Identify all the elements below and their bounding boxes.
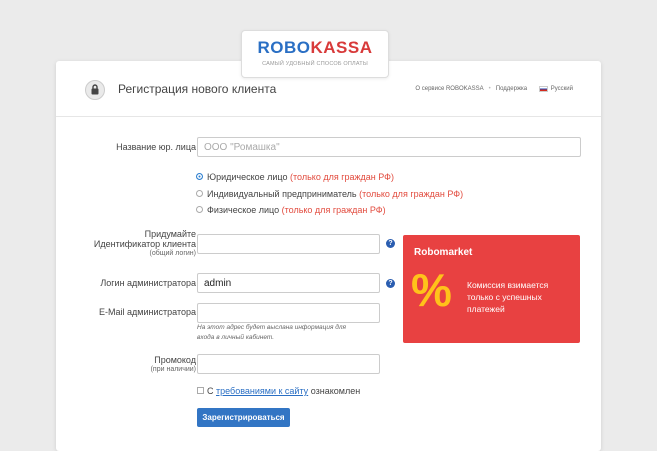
admin-email-input[interactable] [197,303,380,323]
radio-label: Физическое лицо [207,205,280,215]
admin-email-label: E-Mail администратора [99,307,196,317]
admin-login-help-icon[interactable]: ? [386,279,395,288]
radio-button-selected[interactable] [196,173,203,181]
admin-login-label: Логин администратора [100,278,196,288]
logo-box[interactable]: ROBOKASSA САМЫЙ УДОБНЫЙ СПОСОБ ОПЛАТЫ [241,30,389,78]
requirements-link[interactable]: требованиями к сайту [216,386,308,396]
page-title: Регистрация нового клиента [118,82,277,96]
promo-code-label-sub: (при наличии) [150,366,196,373]
promo-code-label-main: Промокод [154,355,196,365]
language-selector[interactable]: Русский [551,86,573,92]
radio-button[interactable] [196,190,203,198]
radio-label: Индивидуальный предприниматель [207,189,357,199]
support-link[interactable]: Поддержка [496,86,527,92]
admin-login-input[interactable] [197,273,380,293]
header-links: О сервисе ROBOKASSA • Поддержка Русский [415,86,573,93]
email-note-line2: входа в личный кабинет. [197,334,275,341]
radio-note: (только для граждан РФ) [359,189,464,199]
identifier-label-sub: (общий логин) [149,250,196,257]
radio-button[interactable] [196,206,203,214]
logo-tagline: САМЫЙ УДОБНЫЙ СПОСОБ ОПЛАТЫ [262,61,368,67]
banner-text: Комиссия взимается только с успешных пла… [467,280,549,314]
logo-part-kassa: KASSA [310,38,373,57]
promo-code-input[interactable] [197,354,380,374]
lock-icon [85,80,105,100]
email-note: На этот адрес будет выслана информация д… [197,323,377,343]
logo-part-robo: ROBO [257,38,311,57]
separator-space [532,86,534,92]
company-name-label: Название юр. лица [116,142,196,152]
radio-note: (только для граждан РФ) [290,172,394,182]
banner-title: Robomarket [414,247,473,258]
russia-flag-icon[interactable] [538,86,548,92]
radio-note: (только для граждан РФ) [281,205,386,215]
identifier-help-icon[interactable]: ? [386,239,395,248]
registration-card: Регистрация нового клиента О сервисе ROB… [56,61,601,451]
agreement-prefix: С [207,386,214,396]
separator-dot: • [488,86,491,92]
email-note-line1: На этот адрес будет выслана информация д… [197,324,346,331]
robokassa-logo[interactable]: ROBOKASSA [242,39,388,57]
agreement-checkbox[interactable] [197,387,204,395]
radio-legal-entity[interactable]: Юридическое лицо (только для граждан РФ) [196,172,394,182]
identifier-label-line2: Идентификатор клиента [93,239,196,249]
identifier-input[interactable] [197,234,380,254]
agreement-checkbox-row[interactable]: С требованиями к сайту ознакомлен [197,386,360,396]
identifier-label-line1: Придумайте [144,229,196,239]
percent-icon: % [411,264,452,316]
radio-individual-entrepreneur[interactable]: Индивидуальный предприниматель (только д… [196,189,463,199]
radio-label: Юридическое лицо [207,172,288,182]
promo-code-label: Промокод (при наличии) [56,355,196,375]
register-button[interactable]: Зарегистрироваться [197,408,290,427]
identifier-label: Придумайте Идентификатор клиента (общий … [56,229,196,259]
agreement-suffix: ознакомлен [310,386,361,396]
robomarket-banner[interactable]: Robomarket % Комиссия взимается только с… [403,235,580,343]
radio-individual[interactable]: Физическое лицо (только для граждан РФ) [196,205,386,215]
about-link[interactable]: О сервисе ROBOKASSA [415,86,483,92]
company-name-input[interactable] [197,137,581,157]
